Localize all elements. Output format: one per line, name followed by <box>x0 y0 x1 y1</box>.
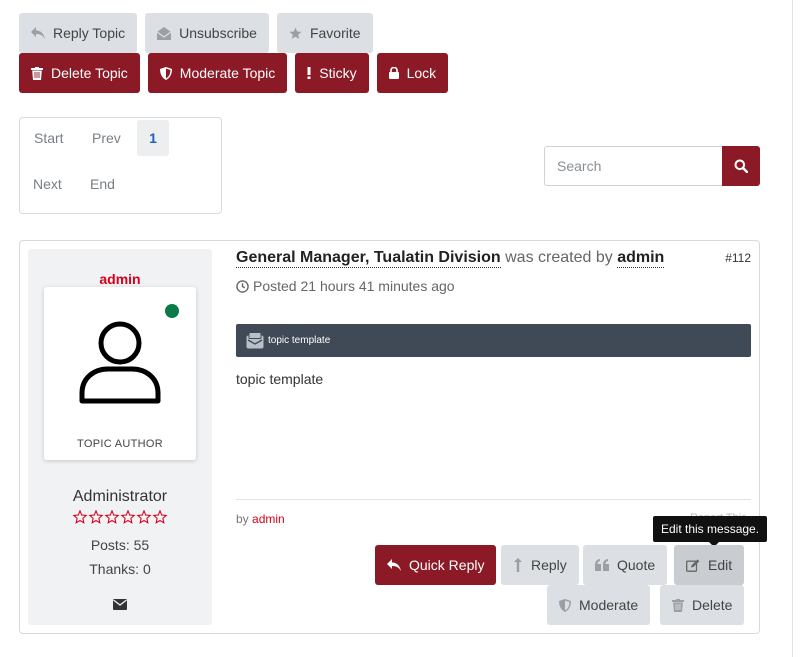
post-message: admin TOPIC AUTHOR Administrator Posts: … <box>19 240 768 634</box>
post-subject: General Manager, Tualatin Division was c… <box>236 249 665 268</box>
topic-actions-row1: Reply Topic Unsubscribe Favorite <box>19 13 373 53</box>
reply-label: Reply <box>531 557 567 573</box>
sticky-button[interactable]: Sticky <box>295 53 369 93</box>
star-icon <box>289 27 302 40</box>
exclamation-icon <box>307 67 311 79</box>
reply-icon <box>31 27 45 39</box>
moderate-topic-button[interactable]: Moderate Topic <box>147 53 288 93</box>
template-bar: topic template <box>236 324 751 357</box>
posted-time: Posted 21 hours 41 minutes ago <box>236 278 455 294</box>
edit-tooltip: Edit this message. <box>653 516 768 547</box>
reply-person-icon <box>513 558 523 572</box>
message-body: topic template <box>236 371 324 387</box>
by-prefix: by <box>236 512 249 526</box>
author-rank-stars <box>28 510 212 524</box>
search-input[interactable] <box>544 146 722 186</box>
edit-icon <box>686 558 700 572</box>
delete-topic-button[interactable]: Delete Topic <box>19 53 140 93</box>
trash-icon <box>31 66 43 80</box>
trash-icon <box>672 598 684 612</box>
unsubscribe-label: Unsubscribe <box>179 25 257 41</box>
rank-star-icon <box>72 510 88 524</box>
delete-label: Delete <box>692 597 733 613</box>
user-icon <box>79 321 161 404</box>
rank-star-icon <box>120 510 136 524</box>
online-status-icon <box>165 304 179 318</box>
template-label: topic template <box>268 335 331 346</box>
rank-star-icon <box>152 510 168 524</box>
author-name[interactable]: admin <box>28 271 212 287</box>
pagination-end[interactable]: End <box>90 166 115 202</box>
favorite-label: Favorite <box>309 25 361 41</box>
rank-star-icon <box>136 510 152 524</box>
envelope-open-icon <box>157 26 172 40</box>
delete-topic-label: Delete Topic <box>51 65 128 81</box>
page-edge <box>792 0 793 657</box>
edit-button[interactable]: Edit <box>674 545 745 585</box>
pagination: Start Prev 1 Next End <box>19 117 222 214</box>
lock-button[interactable]: Lock <box>376 53 449 93</box>
moderate-topic-label: Moderate Topic <box>179 65 276 81</box>
quick-reply-button[interactable]: Quick Reply <box>375 545 497 585</box>
avatar[interactable]: TOPIC AUTHOR <box>44 287 196 460</box>
posted-time-text: Posted 21 hours 41 minutes ago <box>253 278 455 294</box>
search-box <box>544 146 760 186</box>
clock-icon <box>236 279 249 293</box>
moderate-label: Moderate <box>579 597 639 613</box>
quick-reply-label: Quick Reply <box>409 557 485 573</box>
created-by-user-link[interactable]: admin <box>617 249 665 268</box>
shield-icon <box>559 598 571 612</box>
reply-icon <box>387 559 401 571</box>
author-profile: admin TOPIC AUTHOR Administrator Posts: … <box>28 249 212 625</box>
rank-star-icon <box>88 510 104 524</box>
lock-icon <box>388 67 399 79</box>
pagination-current-page[interactable]: 1 <box>137 120 169 156</box>
created-by-text: was created by <box>505 249 613 266</box>
topic-actions-row2: Delete Topic Moderate Topic Sticky Lock <box>19 53 449 93</box>
author-post-count: Posts: 55 <box>90 537 150 553</box>
pagination-start[interactable]: Start <box>34 120 64 156</box>
email-author-button[interactable] <box>113 597 127 615</box>
unsubscribe-button[interactable]: Unsubscribe <box>145 13 269 53</box>
author-role: Administrator <box>72 488 168 505</box>
quote-icon <box>595 559 609 571</box>
signature-by-line: by admin <box>236 512 285 526</box>
edit-label: Edit <box>708 557 733 573</box>
reply-topic-button[interactable]: Reply Topic <box>19 13 138 53</box>
search-icon <box>734 159 748 173</box>
reply-button[interactable]: Reply <box>501 545 579 585</box>
author-thanks-count: Thanks: 0 <box>89 561 151 577</box>
lock-label: Lock <box>406 65 437 81</box>
template-icon <box>246 332 264 349</box>
post-id-link[interactable]: #112 <box>725 251 751 265</box>
rank-star-icon <box>104 510 120 524</box>
by-user-link[interactable]: admin <box>252 512 285 526</box>
favorite-button[interactable]: Favorite <box>276 13 373 53</box>
moderate-button[interactable]: Moderate <box>547 585 651 625</box>
shield-icon <box>159 66 172 80</box>
envelope-icon <box>113 599 127 610</box>
sticky-label: Sticky <box>319 65 357 81</box>
quote-button[interactable]: Quote <box>583 545 668 585</box>
pagination-next[interactable]: Next <box>33 166 62 202</box>
reply-topic-label: Reply Topic <box>53 25 126 41</box>
search-button[interactable] <box>722 146 760 186</box>
topic-title-link[interactable]: General Manager, Tualatin Division <box>236 249 501 268</box>
quote-label: Quote <box>617 557 656 573</box>
topic-author-badge: TOPIC AUTHOR <box>77 438 163 450</box>
delete-button[interactable]: Delete <box>660 585 745 625</box>
pagination-prev[interactable]: Prev <box>92 120 121 156</box>
message-divider <box>236 499 751 500</box>
